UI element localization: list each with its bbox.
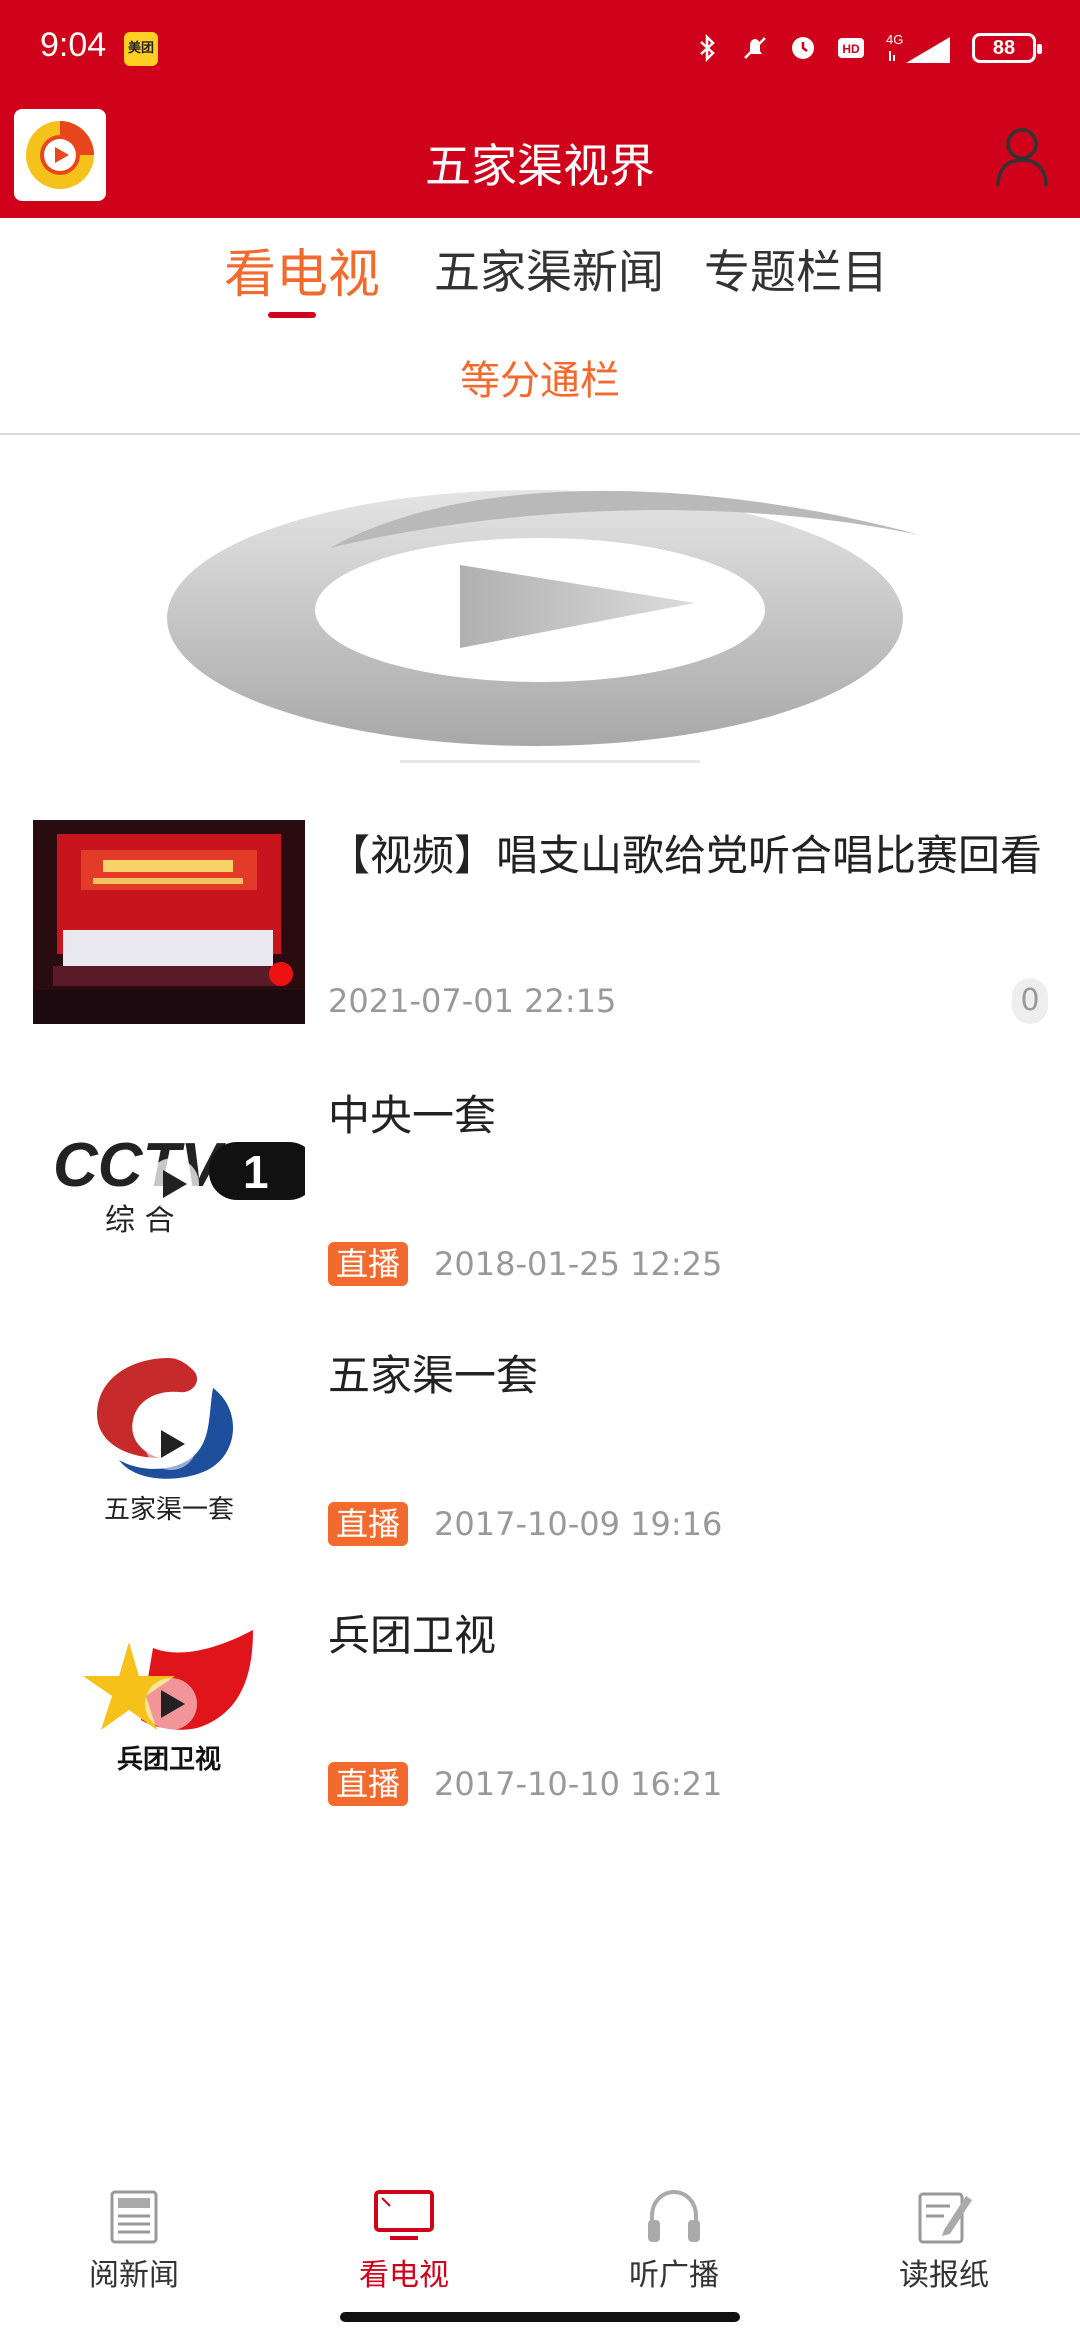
app-title: 五家渠视界 <box>425 139 655 193</box>
nav-watch-tv[interactable]: 看电视 <box>304 2170 504 2294</box>
bluetooth-icon <box>700 33 715 63</box>
app-bar: 五家渠视界 <box>0 100 1080 218</box>
nav-read-news[interactable]: 阅新闻 <box>34 2170 234 2294</box>
list-item-time: 2017-10-10 16:21 <box>434 1765 723 1803</box>
channel-logo-cctv1[interactable]: CCTV 1 综 合 <box>33 1080 305 1290</box>
list-item-time: 2021-07-01 22:15 <box>328 982 617 1020</box>
svg-text:1: 1 <box>243 1146 269 1198</box>
status-icons: HD 4G 88 <box>692 28 1042 68</box>
tab-special-columns[interactable]: 专题栏目 <box>704 236 888 302</box>
home-indicator[interactable] <box>340 2312 740 2322</box>
svg-text:CCTV: CCTV <box>53 1131 226 1200</box>
live-badge: 直播 <box>328 1762 409 1806</box>
list-item[interactable]: 五家渠一套 五家渠一套 直播 2017-10-09 19:16 <box>0 1340 1080 1560</box>
hd-icon: HD <box>838 38 864 58</box>
category-tabs: 看电视 五家渠新闻 专题栏目 <box>0 218 1080 328</box>
nav-label: 看电视 <box>359 2258 449 2293</box>
live-badge: 直播 <box>328 1502 409 1546</box>
live-badge: 直播 <box>328 1242 409 1286</box>
mute-icon <box>744 37 766 59</box>
svg-text:五家渠一套: 五家渠一套 <box>104 1495 234 1525</box>
nav-label: 听广播 <box>629 2258 719 2293</box>
list-item[interactable]: CCTV 1 综 合 中央一套 直播 2018-01-25 12:25 <box>0 1080 1080 1300</box>
battery-indicator: 88 <box>972 33 1042 63</box>
active-tab-indicator <box>268 312 316 318</box>
signal-icon: 4G <box>886 32 950 63</box>
nav-label: 阅新闻 <box>89 2258 179 2293</box>
user-icon[interactable] <box>994 124 1050 188</box>
status-time: 9:04 <box>40 26 107 64</box>
nav-read-paper[interactable]: 读报纸 <box>844 2170 1044 2294</box>
list-item-time: 2017-10-09 19:16 <box>434 1505 723 1543</box>
list-item-title[interactable]: 五家渠一套 <box>328 1340 1050 1412</box>
list-item[interactable]: 兵团卫视 兵团卫视 直播 2017-10-10 16:21 <box>0 1600 1080 1820</box>
status-bar: 9:04 美团 HD 4G 88 <box>0 0 1080 100</box>
nav-listen-radio[interactable]: 听广播 <box>574 2170 774 2294</box>
meituan-notification-icon: 美团 <box>124 32 158 66</box>
headphones-icon <box>648 2189 700 2242</box>
list-item-title[interactable]: 兵团卫视 <box>328 1600 1050 1672</box>
banner-placeholder-image[interactable] <box>150 460 930 780</box>
video-thumbnail[interactable] <box>33 820 305 1024</box>
svg-text:4G: 4G <box>886 32 903 47</box>
list-item-time: 2018-01-25 12:25 <box>434 1245 723 1283</box>
channel-logo-wujiaqu[interactable]: 五家渠一套 <box>33 1340 305 1550</box>
paper-edit-icon <box>918 2192 972 2244</box>
list-item-meta: 直播 2017-10-09 19:16 <box>328 1502 722 1546</box>
subtab-label[interactable]: 等分通栏 <box>0 348 1080 406</box>
alarm-icon <box>792 37 814 59</box>
comment-count-badge: 0 <box>1012 978 1048 1024</box>
tab-wujiaqu-news[interactable]: 五家渠新闻 <box>434 236 664 302</box>
newspaper-icon <box>110 2190 158 2244</box>
list-item-meta: 2021-07-01 22:15 <box>328 982 616 1020</box>
svg-text:HD: HD <box>842 42 860 56</box>
tab-watch-tv[interactable]: 看电视 <box>224 232 380 307</box>
list-item[interactable]: 【视频】唱支山歌给党听合唱比赛回看 2021-07-01 22:15 0 <box>0 820 1080 1030</box>
channel-logo-bingtuan[interactable]: 兵团卫视 <box>33 1600 305 1810</box>
list-item-title[interactable]: 中央一套 <box>328 1080 1050 1152</box>
bottom-navigation: 阅新闻 看电视 听广播 读报纸 <box>0 2170 1080 2293</box>
list-item-meta: 直播 2017-10-10 16:21 <box>328 1762 722 1806</box>
list-item-title[interactable]: 【视频】唱支山歌给党听合唱比赛回看 <box>328 820 1050 892</box>
nav-label: 读报纸 <box>899 2258 989 2293</box>
divider <box>0 433 1080 435</box>
svg-text:兵团卫视: 兵团卫视 <box>117 1745 221 1775</box>
list-item-meta: 直播 2018-01-25 12:25 <box>328 1242 722 1286</box>
tv-icon <box>374 2190 434 2240</box>
